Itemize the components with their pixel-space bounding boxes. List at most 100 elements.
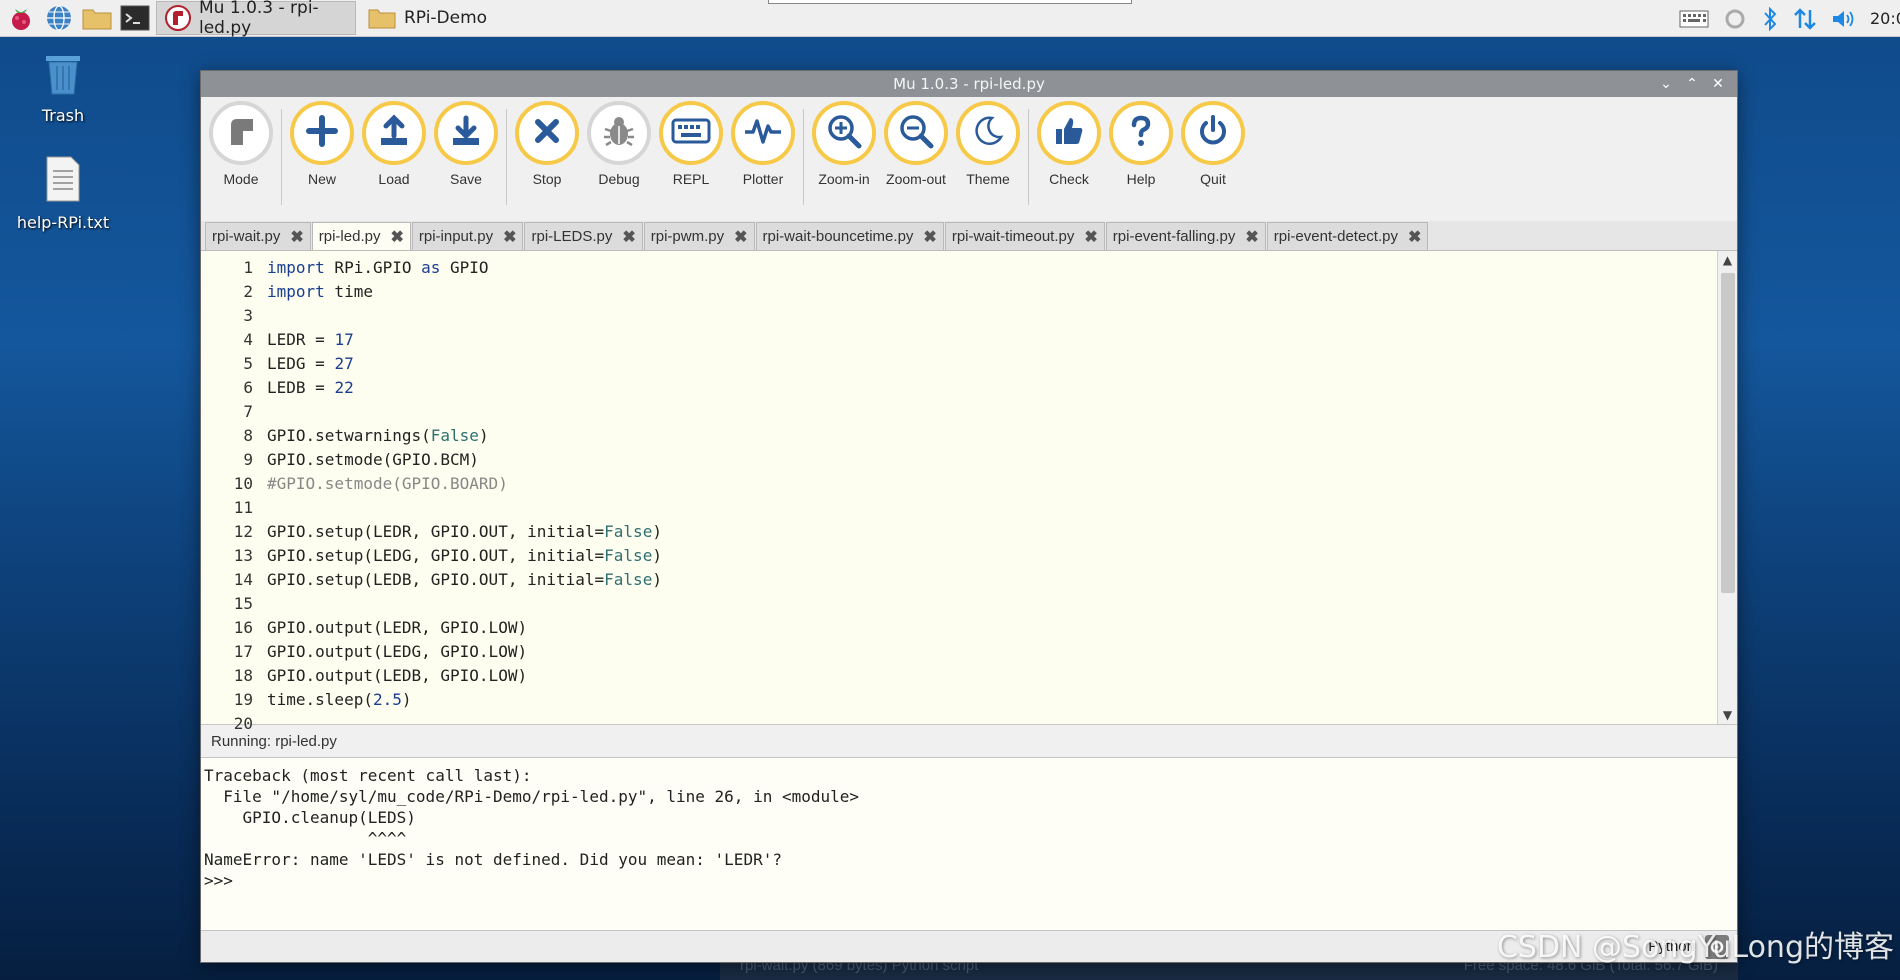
tab-rpi-wait-timeout[interactable]: rpi-wait-timeout.py ✖ — [944, 222, 1105, 250]
code-line[interactable]: LEDB = 22 — [267, 376, 1717, 400]
tab-label: rpi-pwm.py — [650, 228, 725, 245]
line-number: 4 — [243, 330, 253, 349]
pulse-icon — [743, 116, 783, 150]
code-editor[interactable]: 1 2 3 4 5 6 7 8 9 10 11 12 13 14 15 16 17 18 19 20 import R… — [201, 251, 1737, 733]
toolbar-button-label: Save — [450, 171, 482, 187]
new-button[interactable]: New — [286, 101, 358, 187]
code-line[interactable] — [267, 304, 1717, 328]
tab-close-icon[interactable]: ✖ — [1084, 227, 1097, 247]
toolbar-button-label: Zoom-in — [818, 171, 870, 187]
tab-close-icon[interactable]: ✖ — [290, 227, 303, 247]
tab-close-icon[interactable]: ✖ — [503, 227, 516, 247]
scroll-up-arrow-icon[interactable]: ▲ — [1718, 251, 1737, 269]
maximize-button[interactable]: ⌃ — [1679, 73, 1705, 95]
tab-rpi-event-falling[interactable]: rpi-event-falling.py ✖ — [1105, 222, 1266, 250]
help-button[interactable]: Help — [1105, 101, 1177, 187]
file-manager-folder-icon[interactable] — [80, 1, 114, 35]
code-line[interactable]: LEDG = 27 — [267, 352, 1717, 376]
x-icon — [532, 116, 562, 150]
tab-close-icon[interactable]: ✖ — [390, 227, 403, 247]
theme-button[interactable]: Theme — [952, 101, 1024, 187]
code-area[interactable]: import RPi.GPIO as GPIO import time LEDR … — [253, 251, 1717, 724]
code-line[interactable] — [267, 400, 1717, 424]
desktop-icon-label: Trash — [41, 106, 85, 125]
tab-label: rpi-wait.py — [212, 228, 281, 245]
code-line[interactable]: import RPi.GPIO as GPIO — [267, 256, 1717, 280]
code-line[interactable]: GPIO.setup(LEDB, GPIO.OUT, initial=False… — [267, 568, 1717, 592]
taskbar-task-rpi-demo[interactable]: RPi-Demo — [360, 1, 495, 35]
keyboard-icon — [671, 117, 711, 149]
editor-vertical-scrollbar[interactable]: ▲ ▼ — [1717, 251, 1737, 724]
code-line[interactable] — [267, 712, 1717, 736]
bluetooth-icon[interactable] — [1761, 6, 1779, 32]
desktop-icon-help-rpi[interactable]: help-RPi.txt — [8, 155, 118, 232]
tab-rpi-pwm[interactable]: rpi-pwm.py ✖ — [643, 222, 755, 250]
stop-button[interactable]: Stop — [511, 101, 583, 187]
line-number: 20 — [233, 714, 253, 733]
check-button[interactable]: Check — [1033, 101, 1105, 187]
code-line[interactable]: import time — [267, 280, 1717, 304]
tab-close-icon[interactable]: ✖ — [734, 227, 747, 247]
upload-icon — [377, 114, 411, 152]
repl-line: File "/home/syl/mu_code/RPi-Demo/rpi-led… — [204, 787, 860, 806]
code-line[interactable]: GPIO.output(LEDB, GPIO.LOW) — [267, 664, 1717, 688]
code-line[interactable]: #GPIO.setmode(GPIO.BOARD) — [267, 472, 1717, 496]
mu-app-icon — [165, 5, 191, 31]
code-line[interactable]: GPIO.output(LEDG, GPIO.LOW) — [267, 640, 1717, 664]
sync-icon[interactable] — [1723, 7, 1747, 31]
tab-rpi-wait[interactable]: rpi-wait.py ✖ — [205, 222, 311, 250]
tab-close-icon[interactable]: ✖ — [1408, 227, 1421, 247]
browser-globe-icon[interactable] — [42, 1, 76, 35]
terminal-icon[interactable] — [118, 1, 152, 35]
code-line[interactable]: time.sleep(2.5) — [267, 688, 1717, 712]
line-number: 5 — [243, 354, 253, 373]
network-arrows-icon[interactable] — [1793, 6, 1817, 32]
toolbar-separator — [1028, 109, 1029, 205]
tab-rpi-leds[interactable]: rpi-LEDS.py ✖ — [524, 222, 643, 250]
code-line[interactable] — [267, 592, 1717, 616]
quit-button[interactable]: Quit — [1177, 101, 1249, 187]
code-line[interactable]: LEDR = 17 — [267, 328, 1717, 352]
scroll-down-arrow-icon[interactable]: ▼ — [1718, 706, 1737, 724]
clock[interactable]: 20:0 — [1870, 9, 1900, 28]
taskbar-task-mu[interactable]: Mu 1.0.3 - rpi-led.py — [156, 0, 356, 38]
toolbar-button-label: Load — [378, 171, 410, 187]
zoom-in-button[interactable]: Zoom-in — [808, 101, 880, 187]
download-icon — [449, 114, 483, 152]
save-button[interactable]: Save — [430, 101, 502, 187]
tab-rpi-event-detect[interactable]: rpi-event-detect.py ✖ — [1266, 222, 1429, 250]
debug-button[interactable]: Debug — [583, 101, 655, 187]
repl-button[interactable]: REPL — [655, 101, 727, 187]
tab-rpi-input[interactable]: rpi-input.py ✖ — [411, 222, 524, 250]
code-line[interactable] — [267, 496, 1717, 520]
desktop-icon-trash[interactable]: Trash — [8, 50, 118, 125]
tab-close-icon[interactable]: ✖ — [622, 227, 635, 247]
tab-close-icon[interactable]: ✖ — [923, 227, 936, 247]
line-number: 3 — [243, 306, 253, 325]
tab-rpi-led[interactable]: rpi-led.py ✖ — [311, 222, 411, 250]
close-button[interactable]: ✕ — [1705, 73, 1731, 95]
code-line[interactable]: GPIO.setmode(GPIO.BCM) — [267, 448, 1717, 472]
taskbar-popup-edge — [768, 0, 1132, 4]
window-title: Mu 1.0.3 - rpi-led.py — [893, 75, 1045, 93]
volume-icon[interactable] — [1831, 8, 1857, 30]
code-line[interactable]: GPIO.setwarnings(False) — [267, 424, 1717, 448]
code-line[interactable]: GPIO.output(LEDR, GPIO.LOW) — [267, 616, 1717, 640]
code-line[interactable]: GPIO.setup(LEDG, GPIO.OUT, initial=False… — [267, 544, 1717, 568]
plotter-button[interactable]: Plotter — [727, 101, 799, 187]
keyboard-icon[interactable] — [1679, 8, 1709, 30]
tab-rpi-wait-bouncetime[interactable]: rpi-wait-bouncetime.py ✖ — [755, 222, 944, 250]
window-titlebar[interactable]: Mu 1.0.3 - rpi-led.py ⌄ ⌃ ✕ — [201, 71, 1737, 97]
scrollbar-thumb[interactable] — [1721, 273, 1735, 593]
folder-icon — [368, 7, 396, 29]
mode-button[interactable]: Mode — [205, 101, 277, 187]
zoom-out-button[interactable]: Zoom-out — [880, 101, 952, 187]
minimize-button[interactable]: ⌄ — [1653, 73, 1679, 95]
line-number: 10 — [233, 474, 253, 493]
raspberry-menu-icon[interactable] — [4, 1, 38, 35]
tab-close-icon[interactable]: ✖ — [1245, 227, 1258, 247]
repl-prompt[interactable]: >>> — [204, 870, 1734, 891]
code-line[interactable]: GPIO.setup(LEDR, GPIO.OUT, initial=False… — [267, 520, 1717, 544]
tab-label: rpi-wait-bouncetime.py — [762, 228, 914, 245]
load-button[interactable]: Load — [358, 101, 430, 187]
